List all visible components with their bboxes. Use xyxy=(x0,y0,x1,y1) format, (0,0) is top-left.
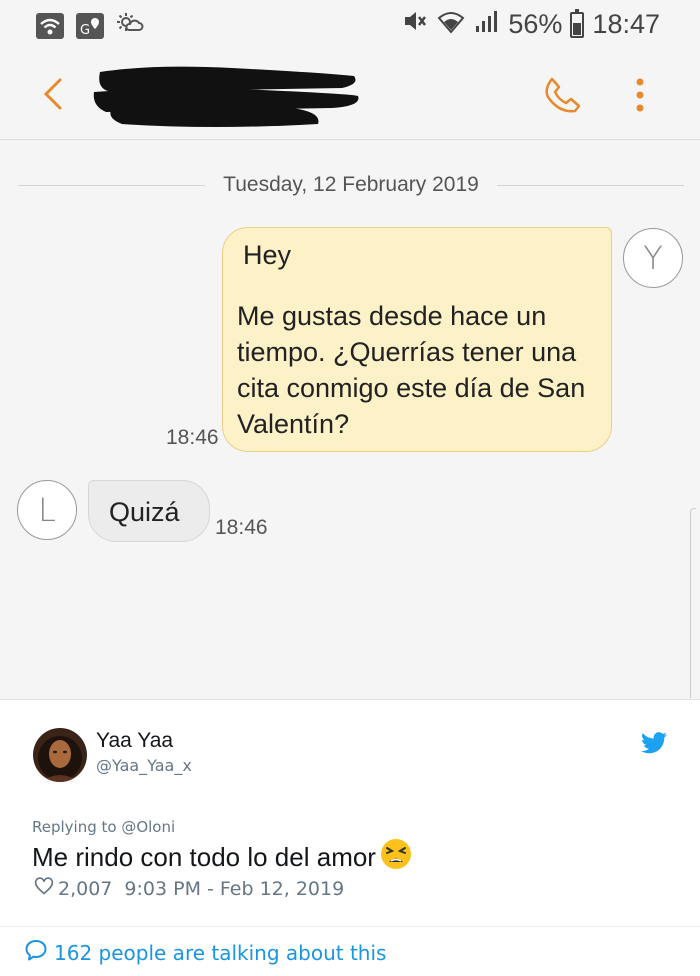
tweet-meta: 2,007 9:03 PM - Feb 12, 2019 xyxy=(34,876,344,901)
tired-face-emoji-icon xyxy=(380,838,412,877)
mute-icon xyxy=(402,8,428,41)
incoming-message-bubble[interactable]: Quizá xyxy=(88,480,210,542)
speech-bubble-icon xyxy=(24,938,48,967)
display-name[interactable]: Yaa Yaa xyxy=(96,729,173,753)
tweet-text: Me rindo con todo lo del amor xyxy=(32,838,412,877)
outgoing-message-time: 18:46 xyxy=(166,426,219,449)
user-handle[interactable]: @Yaa_Yaa_x xyxy=(96,756,192,775)
date-label: Tuesday, 12 February 2019 xyxy=(223,173,479,196)
message-body: Me gustas desde hace un tiempo. ¿Querría… xyxy=(237,301,586,439)
like-count: 2,007 xyxy=(58,877,113,900)
incoming-message-time: 18:46 xyxy=(215,516,268,539)
heart-icon[interactable] xyxy=(34,876,54,901)
cell-signal-icon xyxy=(474,8,500,41)
back-arrow-icon[interactable] xyxy=(38,74,68,114)
outgoing-message-bubble[interactable]: Hey Me gustas desde hace un tiempo. ¿Que… xyxy=(222,227,612,452)
avatar[interactable] xyxy=(33,728,87,782)
svg-text:G: G xyxy=(80,23,90,38)
message-greeting: Hey xyxy=(243,240,292,270)
replying-to[interactable]: Replying to @Oloni xyxy=(32,818,175,836)
sender-avatar[interactable]: Y xyxy=(623,228,683,288)
recipient-avatar[interactable]: L xyxy=(17,480,77,540)
battery-percent: 56% xyxy=(508,9,563,39)
twitter-bird-icon[interactable] xyxy=(641,732,667,754)
clock: 18:47 xyxy=(592,9,660,39)
tweet-text-content: Me rindo con todo lo del amor xyxy=(32,842,376,872)
wifi-notification-icon xyxy=(36,12,64,39)
conversation-header xyxy=(0,50,700,140)
scrollbar[interactable] xyxy=(690,508,696,698)
divider xyxy=(0,926,700,927)
battery-icon xyxy=(570,8,585,38)
messages-screenshot: G 56% 18:47 Tuesday, 12 February 2019 He… xyxy=(0,0,700,700)
status-bar: G 56% 18:47 xyxy=(0,0,700,50)
more-options-icon[interactable] xyxy=(630,74,650,116)
wifi-signal-icon xyxy=(436,8,466,41)
phone-call-icon[interactable] xyxy=(542,74,584,116)
tweet-card: Yaa Yaa @Yaa_Yaa_x Replying to @Oloni Me… xyxy=(0,700,700,976)
weather-icon xyxy=(116,10,144,41)
location-notification-icon: G xyxy=(76,12,104,39)
conversation-link[interactable]: 162 people are talking about this xyxy=(24,938,386,967)
redacted-contact-name xyxy=(92,62,362,132)
tweet-timestamp[interactable]: 9:03 PM - Feb 12, 2019 xyxy=(124,878,344,900)
talking-count: 162 people are talking about this xyxy=(54,940,387,965)
date-divider: Tuesday, 12 February 2019 xyxy=(18,170,684,200)
incoming-message-text: Quizá xyxy=(109,497,180,527)
